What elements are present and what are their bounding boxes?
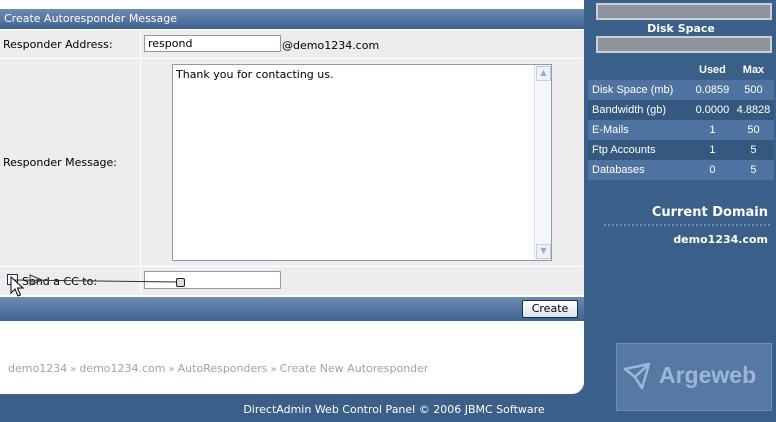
current-domain: demo1234.com [673,233,768,246]
stats-max-header: Max [742,64,765,76]
stats-row-used: 0.0000 [695,104,730,116]
domain-suffix: @demo1234.com [282,39,380,52]
chevron-down-icon[interactable]: ▼ [536,244,551,259]
drag-handle[interactable] [176,278,185,287]
stats-row: Disk Space (mb) 0.0859 500 [588,80,774,100]
stats-row-used: 0 [709,164,716,176]
divider [604,224,770,226]
mouse-pointer-icon [10,276,24,297]
chevron-up-icon[interactable]: ▲ [536,66,551,81]
stats-row-max: 5 [750,164,757,176]
stats-row: Ftp Accounts 1 5 [588,140,774,160]
textarea-scrollbar[interactable]: ▲ ▼ [534,65,551,260]
stats-row-max: 4.8828 [736,104,771,116]
stats-row-name: Ftp Accounts [592,144,656,156]
stats-row-used: 1 [709,144,716,156]
stats-row-max: 5 [750,144,757,156]
disk-usage-bar [596,36,772,53]
stats-row-used: 1 [709,124,716,136]
copyright: DirectAdmin Web Control Panel © 2006 JBM… [243,403,545,416]
stats-row-name: Databases [592,164,645,176]
stats-row-max: 500 [744,84,763,96]
stats-row-max: 50 [747,124,760,136]
breadcrumb-item-current: Create New Autoresponder [279,362,429,375]
stats-row-name: Bandwidth (gb) [592,104,666,116]
stats-row-name: E-Mails [592,124,629,136]
form-footer-bar: Create [0,297,584,321]
stats-used-header: Used [699,64,726,76]
stats-row: Databases 0 5 [588,160,774,180]
create-button[interactable]: Create [522,300,578,318]
drag-arrow-overlay [13,274,179,286]
argeweb-logo: Argeweb [616,343,772,411]
breadcrumb: demo1234» demo1234.com» AutoResponders» Cre… [8,362,428,375]
breadcrumb-item-domain[interactable]: demo1234.com [79,362,165,375]
disk-usage-bar [596,3,772,20]
current-domain-title: Current Domain [651,205,768,220]
breadcrumb-item-autoresponders[interactable]: AutoResponders [178,362,268,375]
stats-name-header [588,60,692,80]
logo-text: Argeweb [659,362,757,388]
responder-message-textarea[interactable]: Thank you for contacting us. ▲ ▼ [172,64,552,261]
stats-row-name: Disk Space (mb) [592,84,674,96]
stats-row: E-Mails 1 50 [588,120,774,140]
breadcrumb-separator: » [70,364,77,375]
disk-space-title: Disk Space [647,22,715,35]
usage-stats-table: Used Max Disk Space (mb) 0.0859 500 Band… [588,60,774,180]
stats-row: Bandwidth (gb) 0.0000 4.8828 [588,100,774,120]
breadcrumb-separator: » [168,364,175,375]
stats-header-row: Used Max [588,60,774,80]
breadcrumb-item-user[interactable]: demo1234 [8,362,67,375]
breadcrumb-separator: » [270,364,277,375]
argeweb-logo-icon [623,362,651,390]
stats-row-used: 0.0859 [695,84,730,96]
